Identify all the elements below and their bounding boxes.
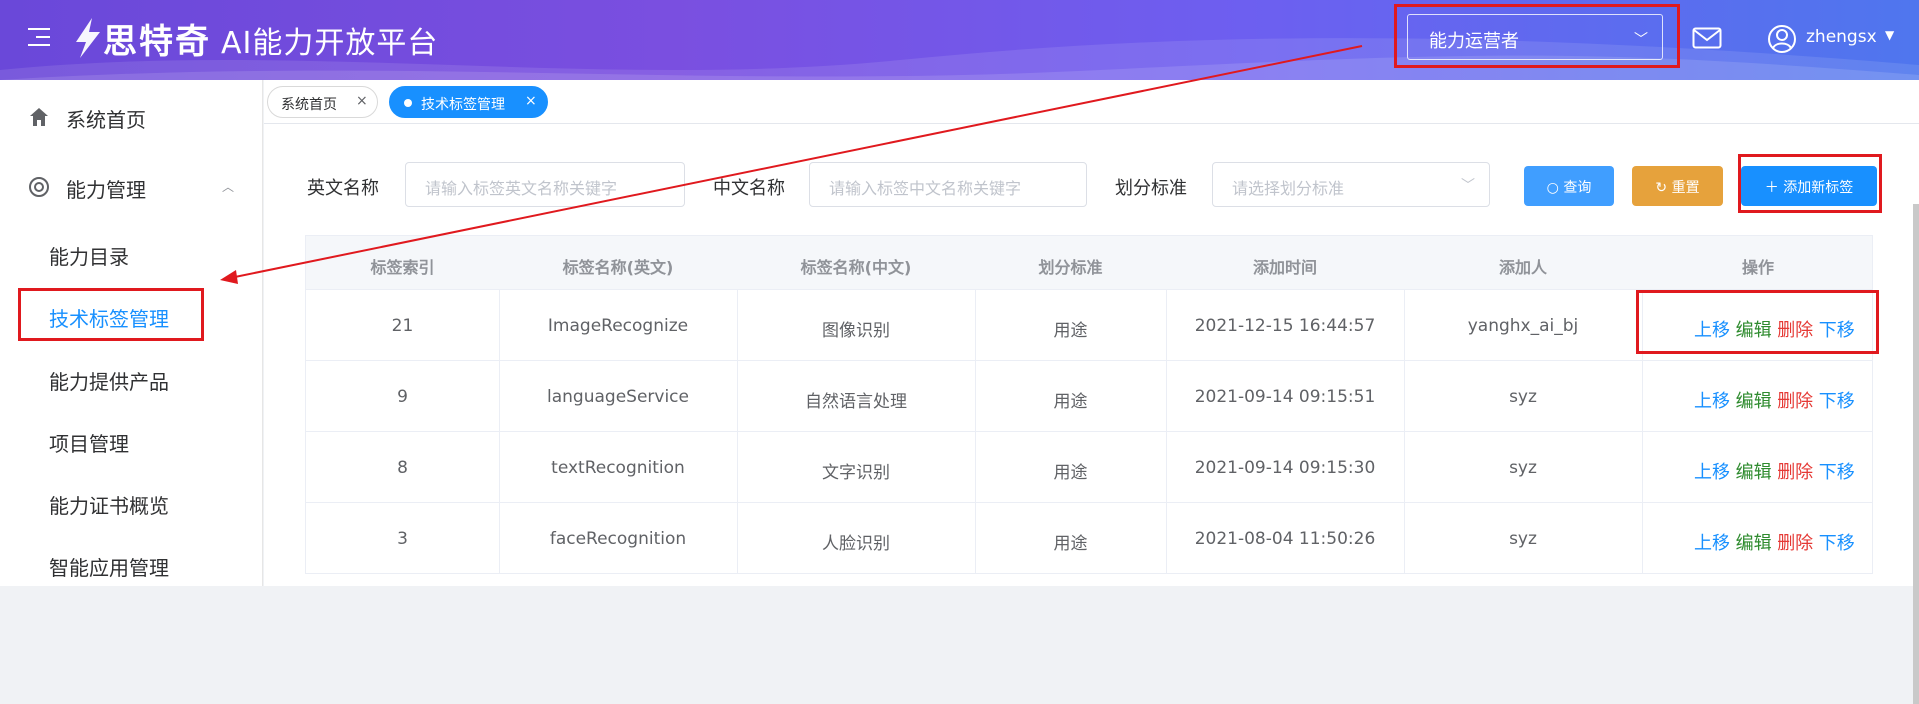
cell-standard: 用途	[1053, 534, 1088, 554]
cell-name-cn: 自然语言处理	[805, 392, 907, 412]
cell-index: 21	[391, 316, 414, 336]
move-up-link[interactable]: 上移	[1694, 458, 1730, 484]
username[interactable]: zhengsx	[1806, 27, 1877, 47]
logo-icon	[76, 18, 100, 58]
move-up-link[interactable]: 上移	[1694, 387, 1730, 413]
cell-name-en: textRecognition	[551, 458, 685, 478]
tab-label: 系统首页	[281, 97, 337, 113]
cell-name-en: faceRecognition	[549, 529, 687, 549]
capability-icon	[29, 177, 49, 197]
col-header-added-by: 添加人	[1498, 258, 1547, 277]
cell-standard: 用途	[1053, 463, 1088, 483]
annotation-box-ops	[1636, 290, 1879, 354]
tab-label: 技术标签管理	[421, 97, 505, 113]
tab-bar: 系统首页 × 技术标签管理 ×	[264, 80, 1919, 124]
cn-name-input[interactable]: 请输入标签中文名称关键字	[809, 162, 1087, 207]
edit-link[interactable]: 编辑	[1736, 458, 1772, 484]
delete-link[interactable]: 删除	[1777, 458, 1813, 484]
reset-button[interactable]: ↻ 重置	[1632, 166, 1723, 206]
cell-name-en: languageService	[547, 387, 689, 407]
caret-down-icon[interactable]: ▼	[1885, 28, 1894, 42]
content-panel: 英文名称 请输入标签英文名称关键字 中文名称 请输入标签中文名称关键字 划分标准…	[264, 124, 1919, 704]
move-down-link[interactable]: 下移	[1819, 387, 1855, 413]
brand-name: 思特奇	[103, 22, 211, 62]
active-dot-icon	[404, 99, 412, 107]
column-divider	[1642, 503, 1643, 574]
cell-added-time: 2021-09-14 09:15:51	[1194, 387, 1376, 407]
en-name-input[interactable]: 请输入标签英文名称关键字	[405, 162, 685, 207]
cell-index: 3	[397, 529, 408, 549]
cn-name-label: 中文名称	[713, 178, 785, 199]
sidebar-item-label: 能力目录	[49, 245, 129, 269]
query-button-label: 查询	[1563, 180, 1592, 196]
delete-link[interactable]: 删除	[1777, 387, 1813, 413]
move-up-link[interactable]: 上移	[1694, 529, 1730, 555]
annotation-box-sidebar	[18, 288, 204, 341]
delete-link[interactable]: 删除	[1777, 529, 1813, 555]
column-divider	[1642, 361, 1643, 432]
cell-standard: 用途	[1053, 392, 1088, 412]
cell-added-time: 2021-12-15 16:44:57	[1194, 316, 1376, 336]
table-row: 8 textRecognition 文字识别 用途 2021-09-14 09:15:3…	[305, 432, 1873, 503]
search-icon: ○	[1546, 180, 1564, 196]
refresh-icon: ↻	[1655, 180, 1672, 196]
cell-name-en: ImageRecognize	[547, 316, 689, 336]
col-header-name-cn: 标签名称(中文)	[800, 258, 912, 277]
col-header-added-time: 添加时间	[1252, 258, 1317, 277]
cell-added-time: 2021-08-04 11:50:26	[1194, 529, 1376, 549]
cell-added-by: yanghx_ai_bj	[1467, 316, 1579, 336]
col-header-actions: 操作	[1741, 258, 1774, 277]
chevron-down-icon: ﹀	[1461, 178, 1475, 194]
home-icon	[30, 108, 48, 126]
sidebar-item-label: 能力管理	[66, 178, 146, 202]
cell-name-cn: 人脸识别	[822, 534, 890, 554]
menu-toggle-icon[interactable]	[28, 28, 50, 48]
cell-added-by: syz	[1509, 529, 1537, 549]
table-row: 3 faceRecognition 人脸识别 用途 2021-08-04 11:50:2…	[305, 503, 1873, 574]
cell-index: 8	[397, 458, 408, 478]
tab-tech-tag-management[interactable]: 技术标签管理 ×	[389, 86, 548, 118]
sidebar-item-label: 项目管理	[49, 432, 129, 456]
edit-link[interactable]: 编辑	[1736, 529, 1772, 555]
column-divider	[1642, 432, 1643, 503]
cell-added-by: syz	[1509, 458, 1537, 478]
user-avatar-icon[interactable]	[1767, 24, 1797, 54]
query-button[interactable]: ○ 查询	[1524, 166, 1614, 206]
app-title: AI能力开放平台	[221, 26, 439, 61]
edit-link[interactable]: 编辑	[1736, 387, 1772, 413]
cell-standard: 用途	[1053, 321, 1088, 341]
close-icon[interactable]: ×	[525, 93, 537, 109]
cell-index: 9	[397, 387, 408, 407]
sidebar-item-label: 能力提供产品	[49, 370, 169, 394]
reset-button-label: 重置	[1671, 180, 1700, 196]
col-header-name-en: 标签名称(英文)	[562, 258, 674, 277]
standard-placeholder: 请选择划分标准	[1232, 179, 1345, 198]
sidebar-item-label: 能力证书概览	[49, 494, 169, 518]
annotation-box-add	[1738, 154, 1882, 213]
table-row: 9 languageService 自然语言处理 用途 2021-09-14 09:15…	[305, 361, 1873, 432]
standard-label: 划分标准	[1115, 178, 1187, 199]
move-down-link[interactable]: 下移	[1819, 458, 1855, 484]
mail-icon[interactable]	[1692, 27, 1722, 49]
cell-name-cn: 图像识别	[822, 321, 890, 341]
en-name-label: 英文名称	[307, 178, 379, 199]
sidebar-item-label: 智能应用管理	[49, 556, 169, 580]
chevron-up-icon: ︿	[222, 180, 235, 194]
annotation-box-role	[1394, 4, 1680, 68]
tab-home[interactable]: 系统首页 ×	[267, 86, 378, 118]
close-icon[interactable]: ×	[356, 93, 368, 109]
col-header-standard: 划分标准	[1038, 258, 1103, 277]
sidebar-item-label: 系统首页	[66, 108, 146, 132]
col-header-index: 标签索引	[370, 258, 435, 277]
standard-select[interactable]: 请选择划分标准 ﹀	[1212, 162, 1490, 207]
move-down-link[interactable]: 下移	[1819, 529, 1855, 555]
scrollbar[interactable]	[1913, 204, 1919, 704]
cell-added-by: syz	[1509, 387, 1537, 407]
cn-name-placeholder: 请输入标签中文名称关键字	[829, 179, 1022, 198]
table-header: 标签索引 标签名称(英文) 标签名称(中文) 划分标准 添加时间 添加人 操作	[305, 235, 1873, 290]
en-name-placeholder: 请输入标签英文名称关键字	[425, 179, 618, 198]
cell-name-cn: 文字识别	[822, 463, 890, 483]
cell-added-time: 2021-09-14 09:15:30	[1194, 458, 1376, 478]
